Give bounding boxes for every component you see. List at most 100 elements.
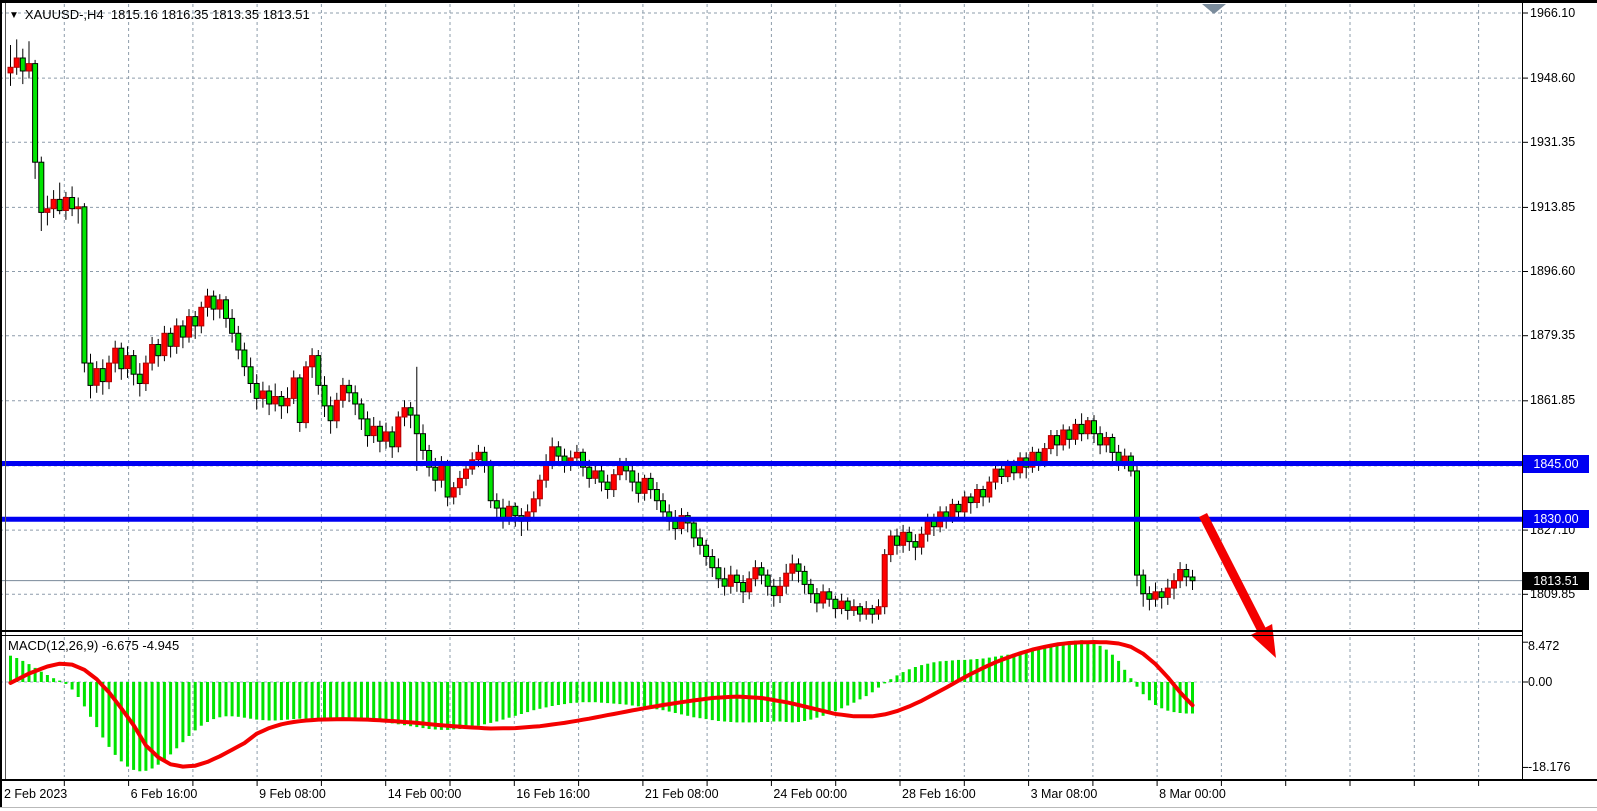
bear-candle <box>1092 421 1097 434</box>
bull-candle <box>611 475 616 490</box>
bear-candle <box>1079 424 1084 433</box>
bear-candle <box>20 58 25 71</box>
macd-histogram-bar <box>1123 670 1126 682</box>
bear-candle <box>414 415 419 434</box>
bear-candle <box>100 369 105 382</box>
bull-candle <box>273 397 278 404</box>
bull-candle <box>260 391 265 398</box>
price-axis[interactable]: 1966.101948.601931.351913.851896.601879.… <box>1523 0 1597 780</box>
macd-histogram-bar <box>932 662 935 682</box>
collapse-chart-icon[interactable]: ▼ <box>9 10 19 21</box>
macd-histogram-bar <box>939 661 942 682</box>
bull-candle <box>439 464 444 481</box>
macd-histogram-bar <box>1074 641 1077 682</box>
macd-panel-top-border[interactable] <box>0 635 1523 636</box>
macd-histogram-bar <box>428 682 431 729</box>
bear-candle <box>119 348 124 369</box>
bull-candle <box>402 408 407 417</box>
macd-histogram-bar <box>1037 649 1040 682</box>
bear-candle <box>445 464 450 498</box>
bull-candle <box>962 497 967 512</box>
macd-histogram-bar <box>409 682 412 726</box>
time-axis-label: 14 Feb 00:00 <box>388 787 462 801</box>
bear-candle <box>944 512 949 518</box>
macd-histogram-bar <box>631 682 634 706</box>
macd-histogram-bar <box>588 682 591 702</box>
bear-candle <box>421 434 426 451</box>
macd-histogram-bar <box>268 682 271 721</box>
bull-candle <box>14 58 19 67</box>
bear-candle <box>698 538 703 545</box>
bull-candle <box>987 482 992 497</box>
bear-candle <box>248 367 253 384</box>
trend-arrow-shaft[interactable] <box>1203 515 1264 634</box>
macd-histogram-bar <box>526 682 529 712</box>
bear-candle <box>33 64 38 163</box>
macd-histogram-bar <box>508 682 511 718</box>
macd-histogram-bar <box>600 682 603 703</box>
macd-histogram-bar <box>391 682 394 723</box>
bull-candle <box>113 348 118 363</box>
bear-candle <box>224 300 229 319</box>
macd-histogram-bar <box>397 682 400 724</box>
bull-candle <box>821 592 826 603</box>
bull-candle <box>464 469 469 478</box>
bear-candle <box>322 385 327 406</box>
macd-histogram-bar <box>729 682 732 722</box>
bear-candle <box>1036 452 1041 461</box>
bull-candle <box>864 609 869 615</box>
bear-candle <box>501 508 506 517</box>
bull-candle <box>340 385 345 400</box>
bear-candle <box>494 501 499 508</box>
macd-histogram-bar <box>803 682 806 721</box>
macd-histogram-bar <box>735 682 738 722</box>
macd-histogram-bar <box>89 682 92 717</box>
macd-histogram-bar <box>1179 682 1182 713</box>
macd-histogram-bar <box>274 682 277 721</box>
bear-candle <box>242 350 247 367</box>
bull-candle <box>839 601 844 608</box>
macd-histogram-bar <box>317 682 320 720</box>
chart-canvas[interactable] <box>0 0 1597 811</box>
bear-candle <box>1159 592 1164 598</box>
macd-histogram-bar <box>286 682 289 720</box>
bear-candle <box>365 419 370 436</box>
macd-histogram-bar <box>83 682 86 706</box>
macd-histogram-bar <box>212 682 215 719</box>
macd-histogram-bar <box>458 682 461 729</box>
chart-shift-marker-icon[interactable] <box>1202 4 1226 14</box>
bull-candle <box>851 607 856 611</box>
macd-histogram-bar <box>643 682 646 707</box>
macd-histogram-bar <box>575 682 578 703</box>
bear-candle <box>722 579 727 586</box>
macd-histogram-bar <box>723 682 726 722</box>
bear-candle <box>845 601 850 610</box>
bear-candle <box>771 586 776 595</box>
macd-histogram-bar <box>126 682 129 767</box>
macd-histogram-bar <box>120 682 123 761</box>
bear-candle <box>236 333 241 350</box>
bear-candle <box>599 471 604 482</box>
bull-candle <box>291 378 296 399</box>
macd-histogram-bar <box>1068 642 1071 682</box>
macd-histogram-bar <box>471 682 474 727</box>
macd-histogram-bar <box>612 682 615 704</box>
bear-candle <box>741 583 746 592</box>
macd-histogram-bar <box>305 682 308 719</box>
bull-candle <box>143 363 148 384</box>
macd-histogram-bar <box>138 682 141 771</box>
bull-candle <box>753 568 758 579</box>
macd-histogram-bar <box>403 682 406 725</box>
chart-symbol-title: ▼XAUUSD-,H4 1815.16 1816.35 1813.35 1813… <box>9 7 310 22</box>
macd-histogram-bar <box>348 682 351 720</box>
time-axis[interactable]: 2 Feb 20236 Feb 16:009 Feb 08:0014 Feb 0… <box>0 781 1597 807</box>
macd-histogram-bar <box>582 682 585 702</box>
bear-candle <box>913 542 918 548</box>
macd-histogram-bar <box>1093 643 1096 682</box>
bull-candle <box>51 199 56 208</box>
macd-histogram-bar <box>618 682 621 704</box>
bear-candle <box>1011 465 1016 472</box>
time-axis-label: 16 Feb 16:00 <box>516 787 590 801</box>
macd-histogram-bar <box>231 682 234 716</box>
macd-histogram-bar <box>1012 654 1015 682</box>
